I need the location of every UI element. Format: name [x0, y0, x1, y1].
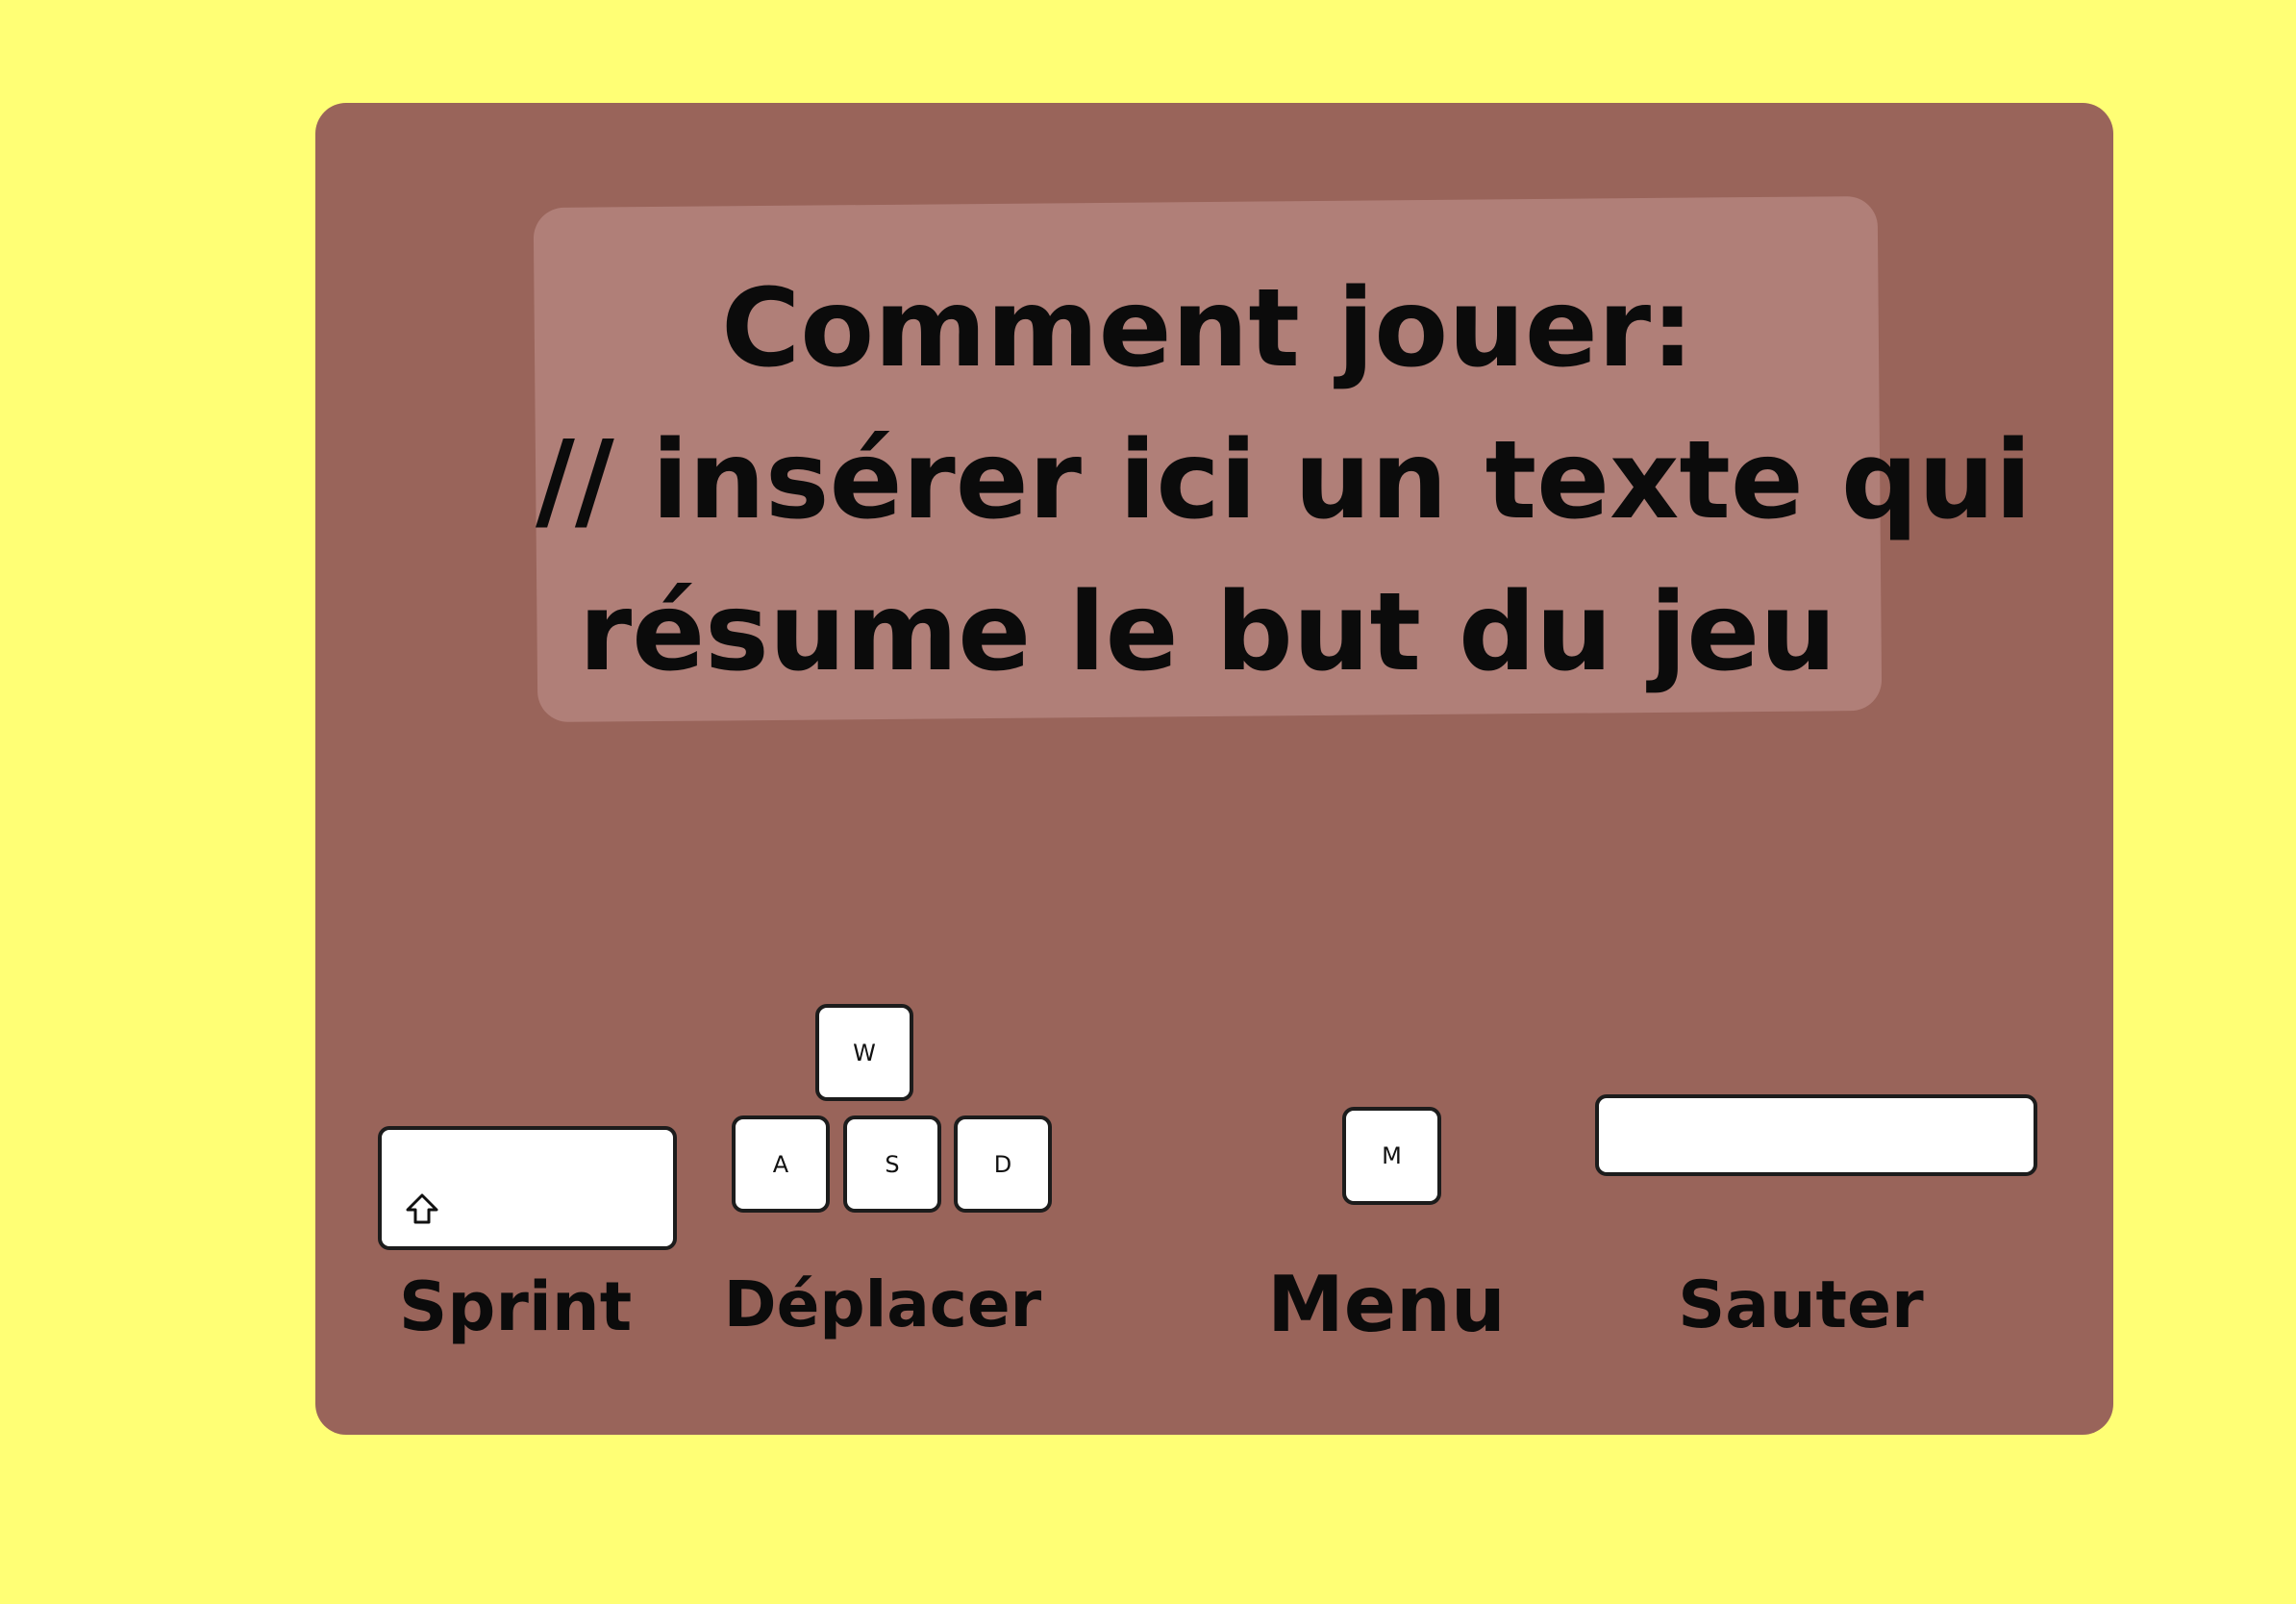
jump-label: Sauter [1678, 1267, 1924, 1343]
how-to-play-screen: Comment jouer: // insérer ici un texte q… [0, 0, 2296, 1604]
m-key: M [1342, 1107, 1441, 1205]
move-label: Déplacer [723, 1267, 1042, 1341]
s-key: S [843, 1115, 941, 1213]
sprint-label: Sprint [398, 1267, 633, 1346]
w-key: W [815, 1004, 913, 1101]
a-key: A [732, 1115, 830, 1213]
menu-label: Menu [1267, 1260, 1506, 1349]
instructions-line-2: // insérer ici un texte qui [536, 418, 2033, 543]
space-key [1595, 1094, 2037, 1176]
instructions-text: Comment jouer: // insérer ici un texte q… [536, 253, 2033, 709]
shift-key [378, 1126, 677, 1250]
shift-arrow-icon [406, 1193, 438, 1224]
instructions-line-3: résume le but du jeu [578, 570, 1836, 695]
instructions-title: Comment jouer: [721, 266, 1694, 391]
d-key: D [954, 1115, 1052, 1213]
